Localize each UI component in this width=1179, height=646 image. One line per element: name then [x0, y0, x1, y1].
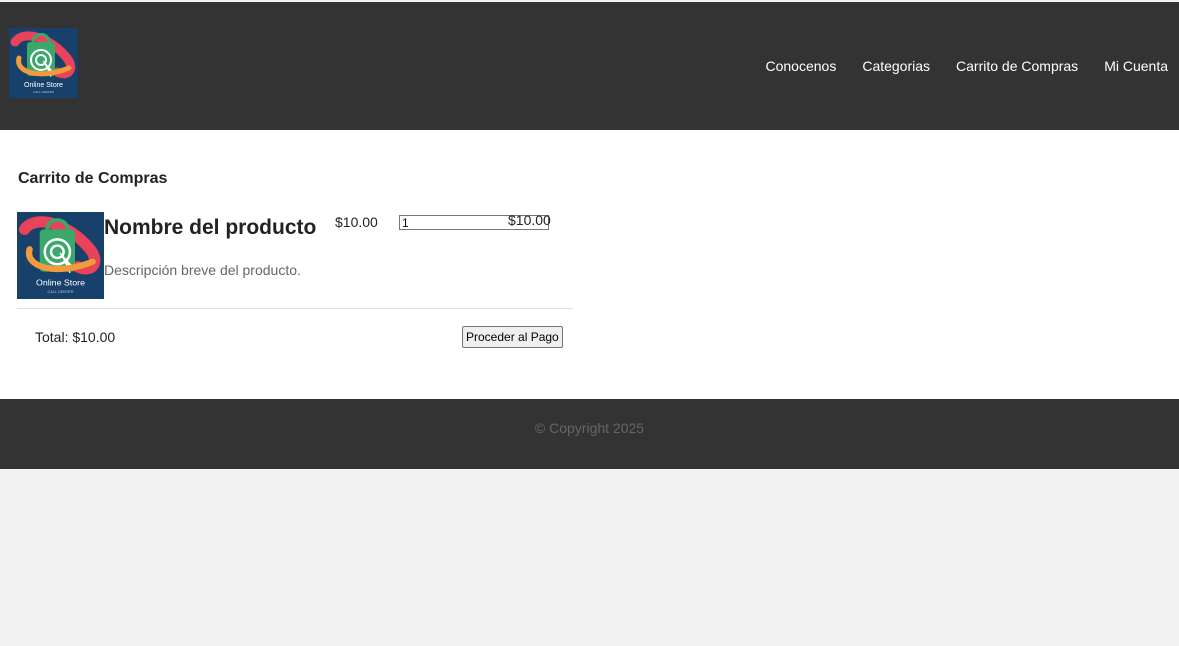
- logo-subtext: CALL CENTER: [33, 90, 54, 94]
- site-footer: © Copyright 2025: [0, 399, 1179, 469]
- checkout-button[interactable]: Proceder al Pago: [462, 326, 563, 348]
- product-image: Online Store CALL CENTER: [17, 212, 104, 299]
- nav-carrito[interactable]: Carrito de Compras: [956, 58, 1078, 74]
- product-name: Nombre del producto: [104, 216, 317, 239]
- main-nav: Conocenos Categorias Carrito de Compras …: [740, 58, 1169, 74]
- shopping-bag-icon: Online Store CALL CENTER: [17, 212, 104, 299]
- cart-title: Carrito de Compras: [18, 170, 168, 187]
- nav-mi-cuenta[interactable]: Mi Cuenta: [1104, 58, 1168, 74]
- cart-divider: [17, 308, 573, 309]
- logo-text: Online Store: [24, 82, 63, 89]
- cart-section: Carrito de Compras Online Store CALL CEN…: [0, 130, 1179, 399]
- store-logo[interactable]: Online Store CALL CENTER: [9, 28, 78, 98]
- item-subtotal: $10.00: [508, 212, 551, 228]
- nav-categorias[interactable]: Categorias: [862, 58, 930, 74]
- cart-total: Total: $10.00: [35, 329, 116, 345]
- cart-item: Online Store CALL CENTER Nombre del prod…: [17, 212, 573, 308]
- product-image-subtext: CALL CENTER: [48, 290, 74, 294]
- shopping-bag-icon: Online Store CALL CENTER: [9, 28, 78, 98]
- copyright-text: © Copyright 2025: [534, 420, 645, 436]
- nav-conocenos[interactable]: Conocenos: [766, 58, 837, 74]
- product-image-text: Online Store: [36, 277, 85, 287]
- site-header: Online Store CALL CENTER Conocenos Categ…: [0, 2, 1179, 130]
- product-description: Descripción breve del producto.: [104, 262, 301, 278]
- product-price: $10.00: [335, 214, 378, 230]
